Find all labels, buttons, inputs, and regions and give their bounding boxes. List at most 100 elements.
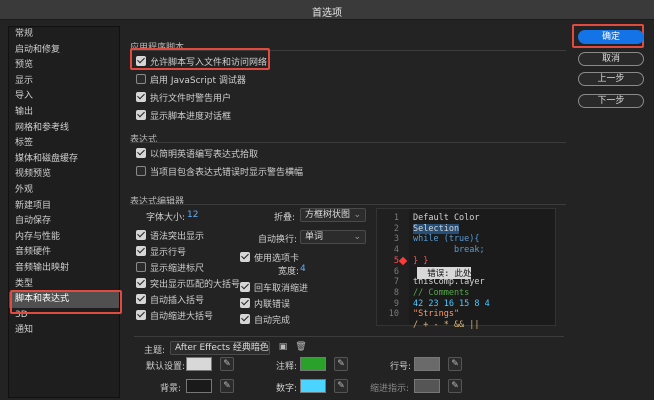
code-line: while (true){ xyxy=(413,234,480,245)
wrap-label: 自动换行: xyxy=(258,235,298,245)
sidebar-item[interactable]: 自动保存 xyxy=(9,214,119,230)
checkbox[interactable] xyxy=(240,282,250,292)
save-theme-icon[interactable]: ▣ xyxy=(276,341,290,355)
sidebar-item[interactable]: 网格和参考线 xyxy=(9,121,119,137)
checkbox[interactable] xyxy=(240,298,250,308)
sidebar-item[interactable]: 音频硬件 xyxy=(9,245,119,261)
sidebar-item[interactable]: 预览 xyxy=(9,58,119,74)
sidebar-item[interactable]: 输出 xyxy=(9,105,119,121)
eyedropper-icon[interactable]: ✎ xyxy=(448,379,462,393)
chevron-down-icon: ⌄ xyxy=(257,343,265,353)
sidebar-item[interactable]: 常规 xyxy=(9,27,119,43)
checkbox[interactable] xyxy=(136,294,146,304)
eyedropper-icon[interactable]: ✎ xyxy=(334,357,348,371)
checkbox-row[interactable]: 自动缩进大括号 xyxy=(136,308,213,322)
fold-select-value: 方框树状图 xyxy=(305,210,351,220)
checkbox[interactable] xyxy=(136,74,146,84)
checkbox[interactable] xyxy=(136,278,146,288)
font-size-value[interactable]: 12 xyxy=(187,210,198,220)
fold-select[interactable]: 方框树状图 ⌄ xyxy=(300,208,366,222)
wrap-select-value: 单词 xyxy=(305,232,324,242)
trash-icon[interactable]: 🗑 xyxy=(294,341,308,355)
checkbox-row[interactable]: 使用选项卡 xyxy=(240,250,299,264)
checkbox-row[interactable]: 内联错误 xyxy=(240,296,290,310)
code-line: thisComp.layer xyxy=(413,277,485,288)
checkbox-row[interactable]: 当项目包含表达式错误时显示警告横幅 xyxy=(136,164,303,178)
checkbox-label: 以简明英语编写表达式拾取 xyxy=(150,149,259,160)
checkbox[interactable] xyxy=(136,230,146,240)
checkbox-row[interactable]: 回车取消缩进 xyxy=(240,280,308,294)
eyedropper-icon[interactable]: ✎ xyxy=(220,357,234,371)
checkbox-label: 突出显示匹配的大括号 xyxy=(150,279,241,290)
theme-select[interactable]: After Effects 经典暗色 ⌄ xyxy=(170,341,270,355)
checkbox-row[interactable]: 执行文件时警告用户 xyxy=(136,90,231,104)
sidebar-item[interactable]: 内存与性能 xyxy=(9,230,119,246)
chevron-down-icon: ⌄ xyxy=(353,232,361,242)
checkbox-label: 自动缩进大括号 xyxy=(150,311,214,322)
checkbox-row[interactable]: 自动插入括号 xyxy=(136,292,204,306)
line-number-color-swatch[interactable] xyxy=(414,357,440,371)
eyedropper-icon[interactable]: ✎ xyxy=(334,379,348,393)
background-color-label: 背景: xyxy=(160,384,182,394)
checkbox[interactable] xyxy=(240,252,250,262)
default-color-swatch[interactable] xyxy=(186,357,212,371)
checkbox-label: 显示脚本进度对话框 xyxy=(150,111,232,122)
checkbox[interactable] xyxy=(136,262,146,272)
checkbox[interactable] xyxy=(240,314,250,324)
ok-button[interactable]: 确定 xyxy=(578,30,644,44)
line-number: 9 xyxy=(393,298,399,309)
sidebar-item[interactable]: 导入 xyxy=(9,89,119,105)
sidebar-item[interactable]: 外观 xyxy=(9,183,119,199)
previous-button[interactable]: 上一步 xyxy=(578,72,644,86)
sidebar-item[interactable]: 媒体和磁盘缓存 xyxy=(9,152,119,168)
comment-color-swatch[interactable] xyxy=(300,357,326,371)
tab-width-label: 宽度: xyxy=(278,267,300,277)
checkbox-row[interactable]: 以简明英语编写表达式拾取 xyxy=(136,146,258,160)
sidebar-item[interactable]: 启动和修复 xyxy=(9,43,119,59)
wrap-select[interactable]: 单词 ⌄ xyxy=(300,230,366,244)
checkbox-row[interactable]: 突出显示匹配的大括号 xyxy=(136,276,240,290)
checkbox[interactable] xyxy=(136,110,146,120)
eyedropper-icon[interactable]: ✎ xyxy=(448,357,462,371)
checkbox-row[interactable]: 语法突出显示 xyxy=(136,228,204,242)
expressions-divider xyxy=(130,142,566,143)
sidebar-item[interactable]: 标签 xyxy=(9,136,119,152)
checkbox-row[interactable]: 显示行号 xyxy=(136,244,186,258)
checkbox-row[interactable]: 启用 JavaScript 调试器 xyxy=(136,72,246,86)
next-button[interactable]: 下一步 xyxy=(578,94,644,108)
sidebar-item[interactable]: 新建项目 xyxy=(9,199,119,215)
checkbox[interactable] xyxy=(136,166,146,176)
eyedropper-icon[interactable]: ✎ xyxy=(220,379,234,393)
code-line: "Strings" xyxy=(413,309,460,320)
background-color-swatch[interactable] xyxy=(186,379,212,393)
sidebar-item[interactable]: 音频输出映射 xyxy=(9,261,119,277)
chevron-down-icon: ⌄ xyxy=(353,210,361,220)
code-preview: 1 2 3 4 5 6 7 8 9 10 Default Color Selection while (… xyxy=(376,208,556,330)
code-line: 42 23 16 15 8 4 xyxy=(413,298,490,309)
checkbox[interactable] xyxy=(136,310,146,320)
theme-section: 主题: After Effects 经典暗色 ⌄ ▣ 🗑 默认设置: ✎ 背景:… xyxy=(134,336,564,400)
default-color-label: 默认设置: xyxy=(146,362,186,372)
checkbox-row[interactable]: 自动完成 xyxy=(240,312,290,326)
sidebar-item[interactable]: 视频预览 xyxy=(9,167,119,183)
code-line: } } xyxy=(413,255,429,266)
checkbox-label: 显示缩进标尺 xyxy=(150,263,205,274)
checkbox-row[interactable]: 显示缩进标尺 xyxy=(136,260,204,274)
checkbox-label: 执行文件时警告用户 xyxy=(150,93,232,104)
cancel-button[interactable]: 取消 xyxy=(578,52,644,66)
line-number: 7 xyxy=(393,277,399,288)
sidebar-item[interactable]: 通知 xyxy=(9,323,119,339)
checkbox-row[interactable]: 显示脚本进度对话框 xyxy=(136,108,231,122)
line-number: 2 xyxy=(393,223,399,234)
line-number-color-label: 行号: xyxy=(390,362,412,372)
indent-guide-color-swatch[interactable] xyxy=(414,379,440,393)
checkbox[interactable] xyxy=(136,246,146,256)
tab-width-value[interactable]: 4 xyxy=(300,264,306,274)
sidebar-item[interactable]: 显示 xyxy=(9,74,119,90)
checkbox[interactable] xyxy=(136,148,146,158)
checkbox[interactable] xyxy=(136,92,146,102)
code-line: / + - * && || xyxy=(413,320,480,330)
number-color-swatch[interactable] xyxy=(300,379,326,393)
line-number: 5 xyxy=(393,255,399,266)
category-list[interactable]: 常规 启动和修复 预览 显示 导入 输出 网格和参考线 标签 媒体和磁盘缓存 视频预览 外观 新建项目… xyxy=(8,26,120,398)
